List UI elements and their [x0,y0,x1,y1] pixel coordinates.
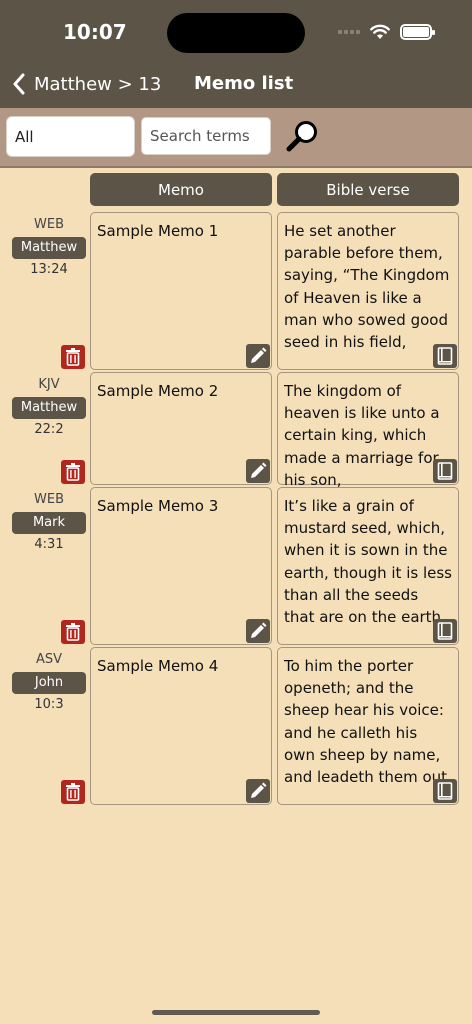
version-label: ASV [35,652,63,667]
memo-card[interactable]: Sample Memo 1 [90,212,272,370]
version-label: WEB [34,492,64,507]
trash-icon [66,623,80,641]
memo-text: Sample Memo 1 [97,222,219,240]
memo-card[interactable]: Sample Memo 3 [90,487,272,645]
book-badge[interactable]: Matthew [12,237,86,259]
memo-card[interactable]: Sample Memo 2 [90,372,272,485]
dynamic-island [167,13,305,53]
verse-text: To him the porter openeth; and the sheep… [284,657,452,787]
verse-reference: ASV John 10:3 [12,647,86,712]
memo-text: Sample Memo 3 [97,497,219,515]
status-time: 10:07 [63,20,127,44]
memo-text: Sample Memo 2 [97,382,219,400]
open-bible-button[interactable] [433,459,457,483]
open-bible-button[interactable] [433,619,457,643]
book-icon [437,347,453,365]
memo-text: Sample Memo 4 [97,657,219,675]
memo-card[interactable]: Sample Memo 4 [90,647,272,805]
page-title: Memo list [194,73,294,94]
back-label: Matthew > 13 [34,73,162,95]
search-icon[interactable] [285,118,321,154]
edit-memo-button[interactable] [246,619,270,643]
trash-icon [66,348,80,366]
edit-memo-button[interactable] [246,779,270,803]
top-bar: 10:07 Matthew > 13 Memo list [0,0,472,108]
trash-icon [66,783,80,801]
delete-button[interactable] [61,780,85,804]
verse-reference: KJV Matthew 22:2 [12,372,86,437]
status-icons [338,22,435,42]
verse-card[interactable]: To him the porter openeth; and the sheep… [277,647,459,805]
verse-text: It’s like a grain of mustard seed, which… [284,497,452,627]
pencil-icon [251,782,267,798]
search-input[interactable] [141,117,271,155]
filter-select[interactable]: All [6,116,135,157]
book-badge[interactable]: John [12,672,86,694]
memo-row: WEB Matthew 13:24 Sample Memo 1 He set a… [0,212,472,370]
memo-row: ASV John 10:3 Sample Memo 4 To him the p… [0,647,472,805]
version-label: WEB [34,217,64,232]
book-icon [437,782,453,800]
wifi-icon [370,24,390,39]
edit-memo-button[interactable] [246,459,270,483]
chapter-verse: 4:31 [34,537,64,552]
delete-button[interactable] [61,345,85,369]
pencil-icon [251,462,267,478]
verse-column-header: Bible verse [277,173,459,206]
verse-card[interactable]: The kingdom of heaven is like unto a cer… [277,372,459,489]
open-bible-button[interactable] [433,344,457,368]
pencil-icon [251,622,267,638]
cellular-signal-icon [338,30,360,34]
version-label: KJV [38,377,60,392]
search-bar: All [0,108,472,168]
verse-text: He set another parable before them, sayi… [284,222,450,352]
memo-row: WEB Mark 4:31 Sample Memo 3 It’s like a … [0,487,472,645]
delete-button[interactable] [61,620,85,644]
chapter-verse: 13:24 [30,262,68,277]
battery-icon [400,24,435,40]
memo-column-header: Memo [90,173,272,206]
verse-card[interactable]: He set another parable before them, sayi… [277,212,459,370]
chapter-verse: 10:3 [34,697,64,712]
trash-icon [66,463,80,481]
book-badge[interactable]: Matthew [12,397,86,419]
delete-button[interactable] [61,460,85,484]
edit-memo-button[interactable] [246,344,270,368]
verse-text: The kingdom of heaven is like unto a cer… [284,382,440,489]
back-button[interactable]: Matthew > 13 [12,70,161,98]
book-badge[interactable]: Mark [12,512,86,534]
verse-reference: WEB Matthew 13:24 [12,212,86,277]
verse-reference: WEB Mark 4:31 [12,487,86,552]
verse-card[interactable]: It’s like a grain of mustard seed, which… [277,487,459,645]
memo-row: KJV Matthew 22:2 Sample Memo 2 The kingd… [0,372,472,489]
book-icon [437,462,453,480]
home-indicator[interactable] [152,1010,320,1015]
book-icon [437,622,453,640]
chapter-verse: 22:2 [34,422,64,437]
open-bible-button[interactable] [433,779,457,803]
pencil-icon [251,347,267,363]
chevron-left-icon [13,73,25,95]
